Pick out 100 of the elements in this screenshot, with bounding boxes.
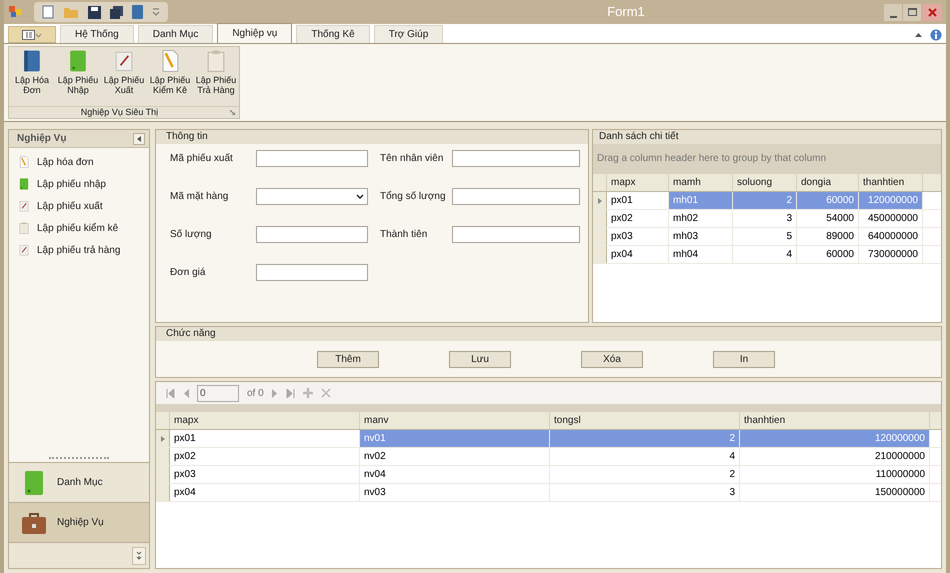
customize-caret-icon[interactable]: [152, 8, 160, 16]
row-indicator[interactable]: [593, 192, 607, 209]
column-header[interactable]: mapx: [170, 412, 360, 429]
navigation-button[interactable]: Danh Mục: [9, 462, 149, 502]
row-indicator[interactable]: [593, 228, 607, 245]
clipboard-icon: [17, 221, 31, 235]
sidebar-title: Nghiệp Vụ: [17, 132, 68, 146]
close-button[interactable]: [922, 4, 942, 20]
ribbon-tab[interactable]: Nghiệp vụ: [217, 23, 292, 43]
grid-row[interactable]: px02 mh02 3 54000 450000000: [593, 210, 941, 228]
maximize-button[interactable]: [903, 4, 921, 20]
ribbon-button[interactable]: Lập Phiếu Nhập: [55, 48, 101, 105]
ribbon-tab[interactable]: Hệ Thống: [60, 25, 134, 43]
close-icon: [928, 8, 936, 16]
grid-row[interactable]: px01 nv01 2 120000000: [156, 430, 941, 448]
column-header[interactable]: tongsl: [550, 412, 740, 429]
navigation-button[interactable]: Nghiệp Vụ: [9, 502, 149, 542]
collapse-sidebar-button[interactable]: [133, 132, 145, 144]
field-label: Đơn giá: [170, 266, 206, 280]
sidebar-item[interactable]: Lập phiếu trả hàng: [9, 239, 120, 261]
table-cell: px03: [170, 466, 360, 483]
text-field[interactable]: [256, 264, 368, 281]
table-cell: nv03: [360, 484, 550, 501]
row-indicator[interactable]: [156, 484, 170, 501]
first-record-icon[interactable]: [166, 388, 175, 398]
new-file-icon[interactable]: [42, 5, 54, 19]
grid-row[interactable]: px01 mh01 2 60000 120000000: [593, 192, 941, 210]
ribbon-button[interactable]: Lập Hóa Đơn: [9, 48, 55, 105]
table-cell: 120000000: [859, 192, 923, 209]
row-indicator[interactable]: [156, 430, 170, 447]
row-indicator[interactable]: [593, 246, 607, 263]
table-cell: 2: [550, 466, 740, 483]
row-pointer-icon: [598, 198, 602, 204]
application-menu-button[interactable]: [8, 26, 56, 43]
grid-row[interactable]: px04 nv03 3 150000000: [156, 484, 941, 502]
overflow-button[interactable]: [132, 546, 146, 564]
ribbon-tab[interactable]: Thống Kê: [296, 25, 370, 43]
text-field[interactable]: [452, 150, 580, 167]
table-cell: 5: [733, 228, 797, 245]
table-cell: 3: [550, 484, 740, 501]
add-icon[interactable]: [302, 388, 313, 398]
column-header[interactable]: thanhtien: [859, 174, 923, 191]
column-header[interactable]: dongia: [797, 174, 859, 191]
row-indicator[interactable]: [593, 210, 607, 227]
column-header[interactable]: mapx: [607, 174, 669, 191]
last-record-icon[interactable]: [286, 388, 295, 398]
dialog-launcher-icon[interactable]: [230, 110, 235, 115]
ribbon-button[interactable]: Lập Phiếu Xuất: [101, 48, 147, 105]
save-all-icon[interactable]: [110, 6, 123, 18]
info-icon[interactable]: [930, 29, 942, 41]
panel-header: Thông tin: [156, 130, 588, 144]
field-label: Thành tiên: [380, 228, 428, 242]
action-button[interactable]: In: [713, 350, 775, 368]
chevron-down-icon: [356, 194, 364, 199]
panel-header: Danh sách chi tiết: [593, 130, 941, 144]
field-label: Mã mặt hàng: [170, 190, 230, 204]
table-cell: 110000000: [740, 466, 930, 483]
action-button[interactable]: Lưu: [449, 350, 511, 368]
delete-icon[interactable]: [320, 388, 331, 398]
row-indicator[interactable]: [156, 448, 170, 465]
sidebar-item[interactable]: Lập phiếu xuất: [9, 195, 103, 217]
ribbon-group-label: Nghiệp Vụ Siêu Thị: [80, 107, 160, 118]
action-button[interactable]: Xóa: [581, 350, 643, 368]
folder-icon[interactable]: [63, 6, 79, 18]
text-field[interactable]: [452, 188, 580, 205]
table-cell: 3: [733, 210, 797, 227]
column-header[interactable]: soluong: [733, 174, 797, 191]
position-field[interactable]: 0: [197, 384, 239, 402]
sidebar-item[interactable]: Lập phiếu nhập: [9, 173, 106, 195]
dropdown-field[interactable]: [256, 188, 368, 205]
collapse-ribbon-icon[interactable]: [915, 33, 922, 37]
save-icon[interactable]: [88, 6, 101, 18]
group-panel: Drag a column header here to group by that column: [593, 144, 941, 174]
grid-row[interactable]: px04 mh04 4 60000 730000000: [593, 246, 941, 264]
text-field[interactable]: [256, 150, 368, 167]
ribbon-button[interactable]: Lập Phiếu Kiểm Kê: [147, 48, 193, 105]
table-cell: mh03: [669, 228, 733, 245]
paper-pen-icon: [17, 199, 31, 213]
column-header[interactable]: thanhtien: [740, 412, 930, 429]
ribbon-tab[interactable]: Trợ Giúp: [374, 25, 444, 43]
column-header[interactable]: mamh: [669, 174, 733, 191]
grid-row[interactable]: px03 mh03 5 89000 640000000: [593, 228, 941, 246]
text-field[interactable]: [256, 226, 368, 243]
minimize-button[interactable]: [884, 4, 902, 20]
grid-row[interactable]: px02 nv02 4 210000000: [156, 448, 941, 466]
text-field[interactable]: [452, 226, 580, 243]
sidebar-item[interactable]: Lập hóa đơn: [9, 151, 94, 173]
column-header[interactable]: manv: [360, 412, 550, 429]
field-label: Số lượng: [170, 228, 213, 242]
ribbon-button[interactable]: Lập Phiếu Trả Hàng: [193, 48, 239, 105]
table-cell: nv02: [360, 448, 550, 465]
grid-row[interactable]: px03 nv04 2 110000000: [156, 466, 941, 484]
sidebar-item[interactable]: Lập phiếu kiểm kê: [9, 217, 118, 239]
table-cell: mh01: [669, 192, 733, 209]
field-label: Mã phiếu xuất: [170, 152, 234, 166]
row-indicator[interactable]: [156, 466, 170, 483]
previous-record-icon[interactable]: [183, 388, 189, 398]
next-record-icon[interactable]: [272, 388, 278, 398]
ribbon-tab[interactable]: Danh Mục: [138, 25, 214, 43]
action-button[interactable]: Thêm: [317, 350, 379, 368]
